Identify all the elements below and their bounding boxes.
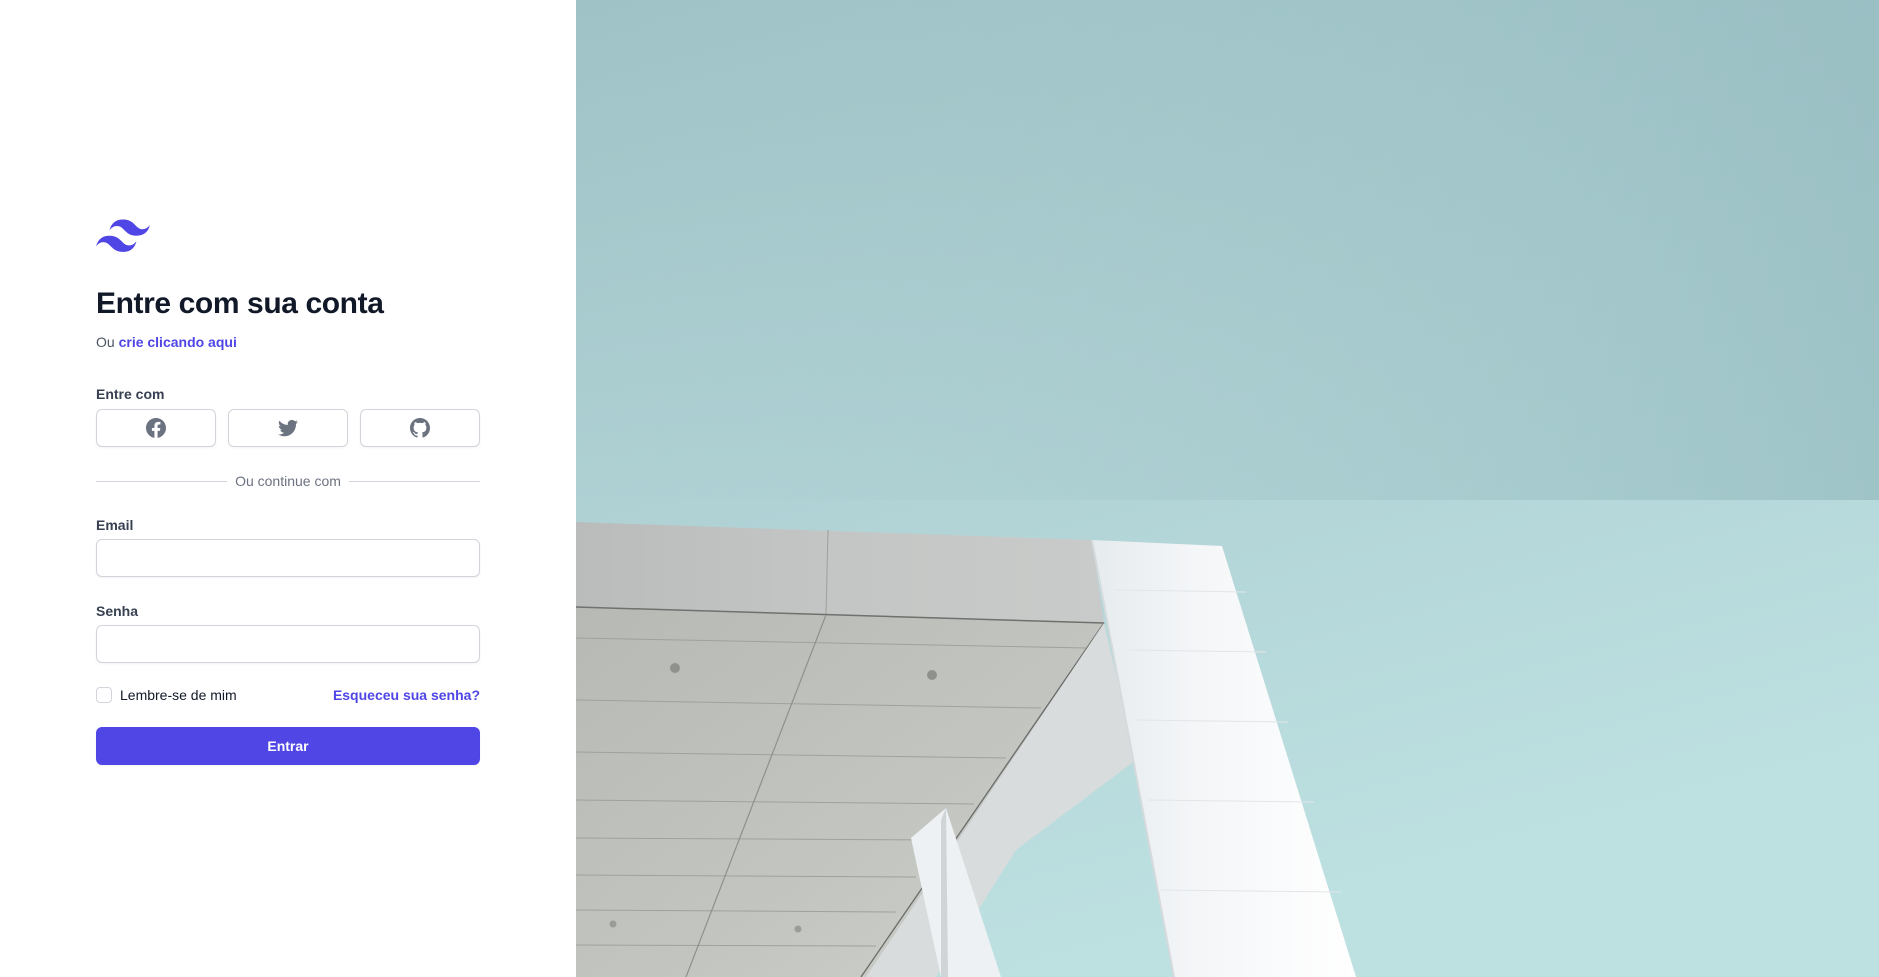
or-divider: Ou continue com	[96, 473, 480, 489]
hero-image	[576, 0, 1879, 977]
building-photo	[576, 0, 1879, 977]
facebook-icon	[146, 418, 166, 438]
forgot-password-link[interactable]: Esqueceu sua senha?	[333, 687, 480, 703]
password-field-group: Senha	[96, 601, 480, 663]
signup-prompt: Ou crie clicando aqui	[96, 332, 480, 352]
twitter-icon	[278, 419, 298, 437]
divider-line-right	[348, 480, 480, 482]
email-input[interactable]	[96, 539, 480, 577]
remember-me-checkbox[interactable]	[96, 687, 112, 703]
email-field-group: Email	[96, 515, 480, 577]
login-options-row: Lembre-se de mim Esqueceu sua senha?	[96, 687, 480, 703]
signup-prefix: Ou	[96, 334, 115, 350]
tailwind-logo-icon	[96, 219, 150, 252]
social-login-buttons	[96, 409, 480, 447]
password-input[interactable]	[96, 625, 480, 663]
create-account-link[interactable]: crie clicando aqui	[119, 334, 237, 350]
twitter-login-button[interactable]	[228, 409, 348, 447]
remember-me-label: Lembre-se de mim	[120, 687, 237, 703]
remember-me: Lembre-se de mim	[96, 687, 237, 703]
sign-in-button[interactable]: Entrar	[96, 727, 480, 765]
facebook-login-button[interactable]	[96, 409, 216, 447]
password-label: Senha	[96, 603, 139, 619]
social-login-label: Entre com	[96, 386, 165, 402]
github-icon	[410, 418, 430, 438]
login-panel: Entre com sua conta Ou crie clicando aqu…	[0, 0, 576, 977]
email-label: Email	[96, 517, 134, 533]
login-form: Entre com sua conta Ou crie clicando aqu…	[96, 218, 480, 765]
page-title: Entre com sua conta	[96, 287, 384, 320]
github-login-button[interactable]	[360, 409, 480, 447]
divider-text: Ou continue com	[235, 473, 341, 489]
divider-line-left	[96, 480, 228, 482]
sky-shade	[576, 0, 1879, 500]
